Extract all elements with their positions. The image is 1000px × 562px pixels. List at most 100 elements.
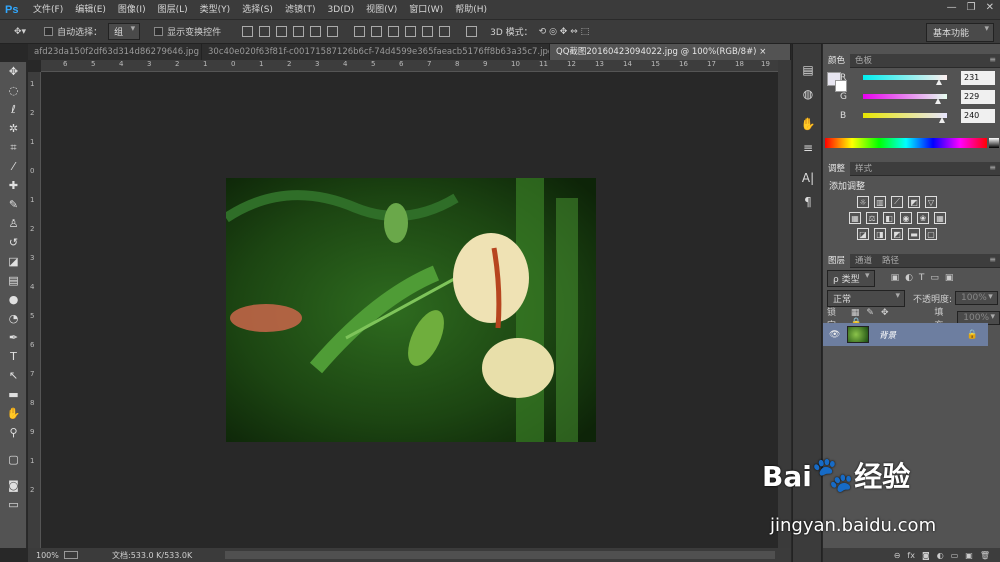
distribute-hcenter-icon[interactable]	[422, 26, 434, 37]
shape-tool-icon[interactable]: ▬	[0, 385, 27, 404]
green-value-input[interactable]: 229	[961, 89, 995, 104]
tab-swatches[interactable]: 色板	[850, 54, 877, 68]
document-image[interactable]	[226, 178, 596, 442]
black-white-icon[interactable]: ◧	[883, 212, 895, 224]
color-balance-icon[interactable]: ⚖	[866, 212, 878, 224]
distribute-left-icon[interactable]	[405, 26, 417, 37]
brush-tool-icon[interactable]: ✎	[0, 195, 27, 214]
path-selection-tool-icon[interactable]: ↖	[0, 366, 27, 385]
canvas-area[interactable]	[41, 72, 778, 548]
distribute-top-icon[interactable]	[354, 26, 366, 37]
menu-edit[interactable]: 编辑(E)	[69, 0, 112, 20]
eraser-tool-icon[interactable]: ◪	[0, 252, 27, 271]
brush-panel-icon[interactable]: ✋	[793, 112, 823, 136]
zoom-tool-icon[interactable]: ⚲	[0, 423, 27, 442]
3d-pan-icon[interactable]: ✥	[560, 27, 568, 37]
clone-stamp-tool-icon[interactable]: ♙	[0, 214, 27, 233]
new-group-icon[interactable]: ▭	[951, 551, 959, 560]
threshold-icon[interactable]: ◩	[891, 228, 903, 240]
hand-tool-icon[interactable]: ✋	[0, 404, 27, 423]
menu-view[interactable]: 视图(V)	[360, 0, 403, 20]
marquee-tool-icon[interactable]: ◌	[0, 81, 27, 100]
auto-select-dropdown[interactable]: 组	[108, 23, 141, 40]
menu-type[interactable]: 类型(Y)	[194, 0, 237, 20]
auto-select-checkbox[interactable]	[44, 27, 54, 36]
3d-rotate-icon[interactable]: ⟲	[539, 27, 547, 37]
channel-mixer-icon[interactable]: ❀	[917, 212, 929, 224]
lasso-tool-icon[interactable]: ℓ	[0, 100, 27, 119]
opacity-input[interactable]: 100%	[955, 291, 998, 305]
tab-doc-1[interactable]: afd23da150f2df63d314d86279646.jpg	[28, 44, 202, 60]
green-slider-knob[interactable]	[935, 98, 942, 104]
tab-doc-active[interactable]: QQ截图20160423094022.jpg @ 100%(RGB/8#) ×	[550, 44, 791, 60]
restore-button[interactable]: ❐	[967, 2, 976, 13]
auto-select-option[interactable]: 自动选择：	[44, 25, 102, 38]
invert-icon[interactable]: ◪	[857, 228, 869, 240]
align-hcenter-icon[interactable]	[310, 26, 322, 37]
gradient-map-icon[interactable]: ▬	[908, 228, 920, 240]
tab-layers[interactable]: 图层	[823, 253, 851, 268]
new-adjustment-icon[interactable]: ◐	[937, 551, 944, 560]
history-panel-icon[interactable]: ▤	[793, 58, 823, 82]
quick-mask-icon[interactable]: ◙	[0, 476, 27, 495]
red-slider[interactable]	[863, 75, 947, 85]
menu-image[interactable]: 图像(I)	[112, 0, 152, 20]
tab-styles[interactable]: 样式	[850, 162, 877, 176]
menu-filter[interactable]: 滤镜(T)	[279, 0, 322, 20]
layer-filter-icons[interactable]: ▣◐T▭▣	[891, 273, 960, 283]
delete-layer-icon[interactable]: 🗑	[980, 551, 990, 560]
add-mask-icon[interactable]: ◙	[922, 551, 930, 560]
healing-brush-tool-icon[interactable]: ✚	[0, 176, 27, 195]
vibrance-icon[interactable]: ▽	[925, 196, 937, 208]
menu-file[interactable]: 文件(F)	[27, 0, 69, 20]
crop-tool-icon[interactable]: ⌗	[0, 138, 27, 157]
levels-icon[interactable]: ▥	[874, 196, 886, 208]
link-layers-icon[interactable]: ⊖	[894, 551, 901, 560]
show-transform-checkbox[interactable]	[154, 27, 164, 36]
photo-filter-icon[interactable]: ◉	[900, 212, 912, 224]
blur-tool-icon[interactable]: ●	[0, 290, 27, 309]
brightness-icon[interactable]: ☼	[857, 196, 869, 208]
move-tool-icon[interactable]: ✥	[0, 62, 27, 81]
zoom-level[interactable]: 100%	[36, 551, 64, 560]
panel-menu-icon[interactable]: ≡	[989, 55, 996, 64]
new-layer-icon[interactable]: ▣	[965, 551, 973, 560]
distribute-vcenter-icon[interactable]	[371, 26, 383, 37]
blue-value-input[interactable]: 240	[961, 108, 995, 123]
tab-doc-2[interactable]: 30c40e020f63f81f-c00171587126b6cf-74d459…	[202, 44, 550, 60]
tab-paths[interactable]: 路径	[877, 254, 904, 268]
align-right-icon[interactable]	[327, 26, 339, 37]
color-spectrum[interactable]	[825, 138, 999, 148]
properties-panel-icon[interactable]: ◍	[793, 82, 823, 106]
history-brush-tool-icon[interactable]: ↺	[0, 233, 27, 252]
blue-slider-knob[interactable]	[939, 117, 946, 123]
hue-saturation-icon[interactable]: ▦	[849, 212, 861, 224]
blue-slider[interactable]	[863, 113, 947, 123]
red-value-input[interactable]: 231	[961, 70, 995, 85]
panel-menu-icon[interactable]: ≡	[989, 163, 996, 172]
character-panel-icon[interactable]: A|	[793, 166, 823, 190]
menu-select[interactable]: 选择(S)	[236, 0, 279, 20]
eyedropper-tool-icon[interactable]: ⁄	[0, 157, 27, 176]
red-slider-knob[interactable]	[936, 79, 943, 85]
layer-name[interactable]: 背景	[879, 329, 896, 341]
distribute-right-icon[interactable]	[439, 26, 451, 37]
minimize-button[interactable]: —	[947, 2, 957, 13]
tab-color[interactable]: 颜色	[823, 53, 851, 68]
menu-layer[interactable]: 图层(L)	[152, 0, 194, 20]
selective-color-icon[interactable]: ▢	[925, 228, 937, 240]
tab-adjustments[interactable]: 调整	[823, 161, 851, 176]
brush-presets-icon[interactable]: ≡	[793, 136, 823, 160]
status-preview-icon[interactable]	[64, 551, 78, 559]
paragraph-panel-icon[interactable]: ¶	[793, 190, 823, 214]
layer-row-background[interactable]: 👁 背景 🔒	[823, 323, 988, 346]
menu-help[interactable]: 帮助(H)	[449, 0, 493, 20]
color-swatch-icon[interactable]: ▢	[0, 442, 27, 476]
menu-3d[interactable]: 3D(D)	[321, 0, 360, 20]
menu-window[interactable]: 窗口(W)	[403, 0, 449, 20]
3d-roll-icon[interactable]: ◎	[549, 27, 557, 37]
distribute-bottom-icon[interactable]	[388, 26, 400, 37]
layer-filter-dropdown[interactable]: ρ 类型	[827, 269, 875, 287]
workspace-dropdown[interactable]: 基本功能	[925, 23, 994, 42]
posterize-icon[interactable]: ◨	[874, 228, 886, 240]
